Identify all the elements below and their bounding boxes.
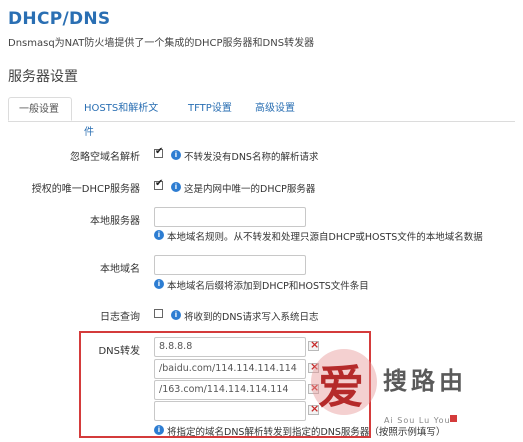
log-queries-label: 日志查询 xyxy=(100,312,140,323)
log-queries-checkbox[interactable] xyxy=(154,309,163,318)
info-icon: i xyxy=(171,310,181,320)
domain-required-label: 忽略空域名解析 xyxy=(70,152,140,163)
dns-forward-entry-4[interactable] xyxy=(154,401,306,421)
dns-forward-entry-3[interactable]: /163.com/114.114.114.114 xyxy=(154,380,306,400)
dns-forward-entry-2[interactable]: /baidu.com/114.114.114.114 xyxy=(154,359,306,379)
authoritative-checkbox[interactable] xyxy=(154,178,163,190)
log-queries-hint: 将收到的DNS请求写入系统日志 xyxy=(184,312,319,323)
local-server-input[interactable] xyxy=(154,207,306,227)
info-icon: i xyxy=(154,279,164,289)
authoritative-label: 授权的唯一DHCP服务器 xyxy=(31,184,140,195)
tab-advanced[interactable]: 高级设置 xyxy=(245,97,305,121)
tab-hosts-resolv[interactable]: HOSTS和解析文件 xyxy=(74,97,174,138)
info-icon: i xyxy=(171,182,181,192)
info-icon: i xyxy=(171,150,181,160)
local-server-hint: 本地域名规则。从不转发和处理只源自DHCP或HOSTS文件的本地域名数据 xyxy=(167,232,483,243)
domain-required-checkbox[interactable] xyxy=(154,146,163,158)
dns-forward-label: DNS转发 xyxy=(98,346,140,357)
watermark-brand-name: 搜路由 xyxy=(383,367,467,395)
watermark-logo-glyph: 爱 xyxy=(318,360,364,414)
info-icon: i xyxy=(154,425,164,435)
local-domain-label: 本地域名 xyxy=(100,264,140,275)
page-title: DHCP/DNS xyxy=(8,9,111,29)
watermark-dot xyxy=(450,415,457,422)
tab-general[interactable]: 一般设置 xyxy=(8,97,72,121)
dns-forward-entry-1[interactable]: 8.8.8.8 xyxy=(154,337,306,357)
page-description: Dnsmasq为NAT防火墙提供了一个集成的DHCP服务器和DNS转发器 xyxy=(8,38,315,49)
local-server-label: 本地服务器 xyxy=(90,216,140,227)
dns-forward-hint: 将指定的域名DNS解析转发到指定的DNS服务器（按照示例填写） xyxy=(167,427,446,438)
local-domain-hint: 本地域名后缀将添加到DHCP和HOSTS文件条目 xyxy=(167,281,369,292)
watermark-subtitle: Ai Sou Lu You xyxy=(384,416,451,425)
tab-tftp[interactable]: TFTP设置 xyxy=(178,97,242,121)
section-title: 服务器设置 xyxy=(8,69,78,85)
info-icon: i xyxy=(154,230,164,240)
domain-required-hint: 不转发没有DNS名称的解析请求 xyxy=(184,152,319,163)
remove-entry-icon[interactable] xyxy=(308,338,319,351)
authoritative-hint: 这是内网中唯一的DHCP服务器 xyxy=(184,184,316,195)
local-domain-input[interactable] xyxy=(154,255,306,275)
